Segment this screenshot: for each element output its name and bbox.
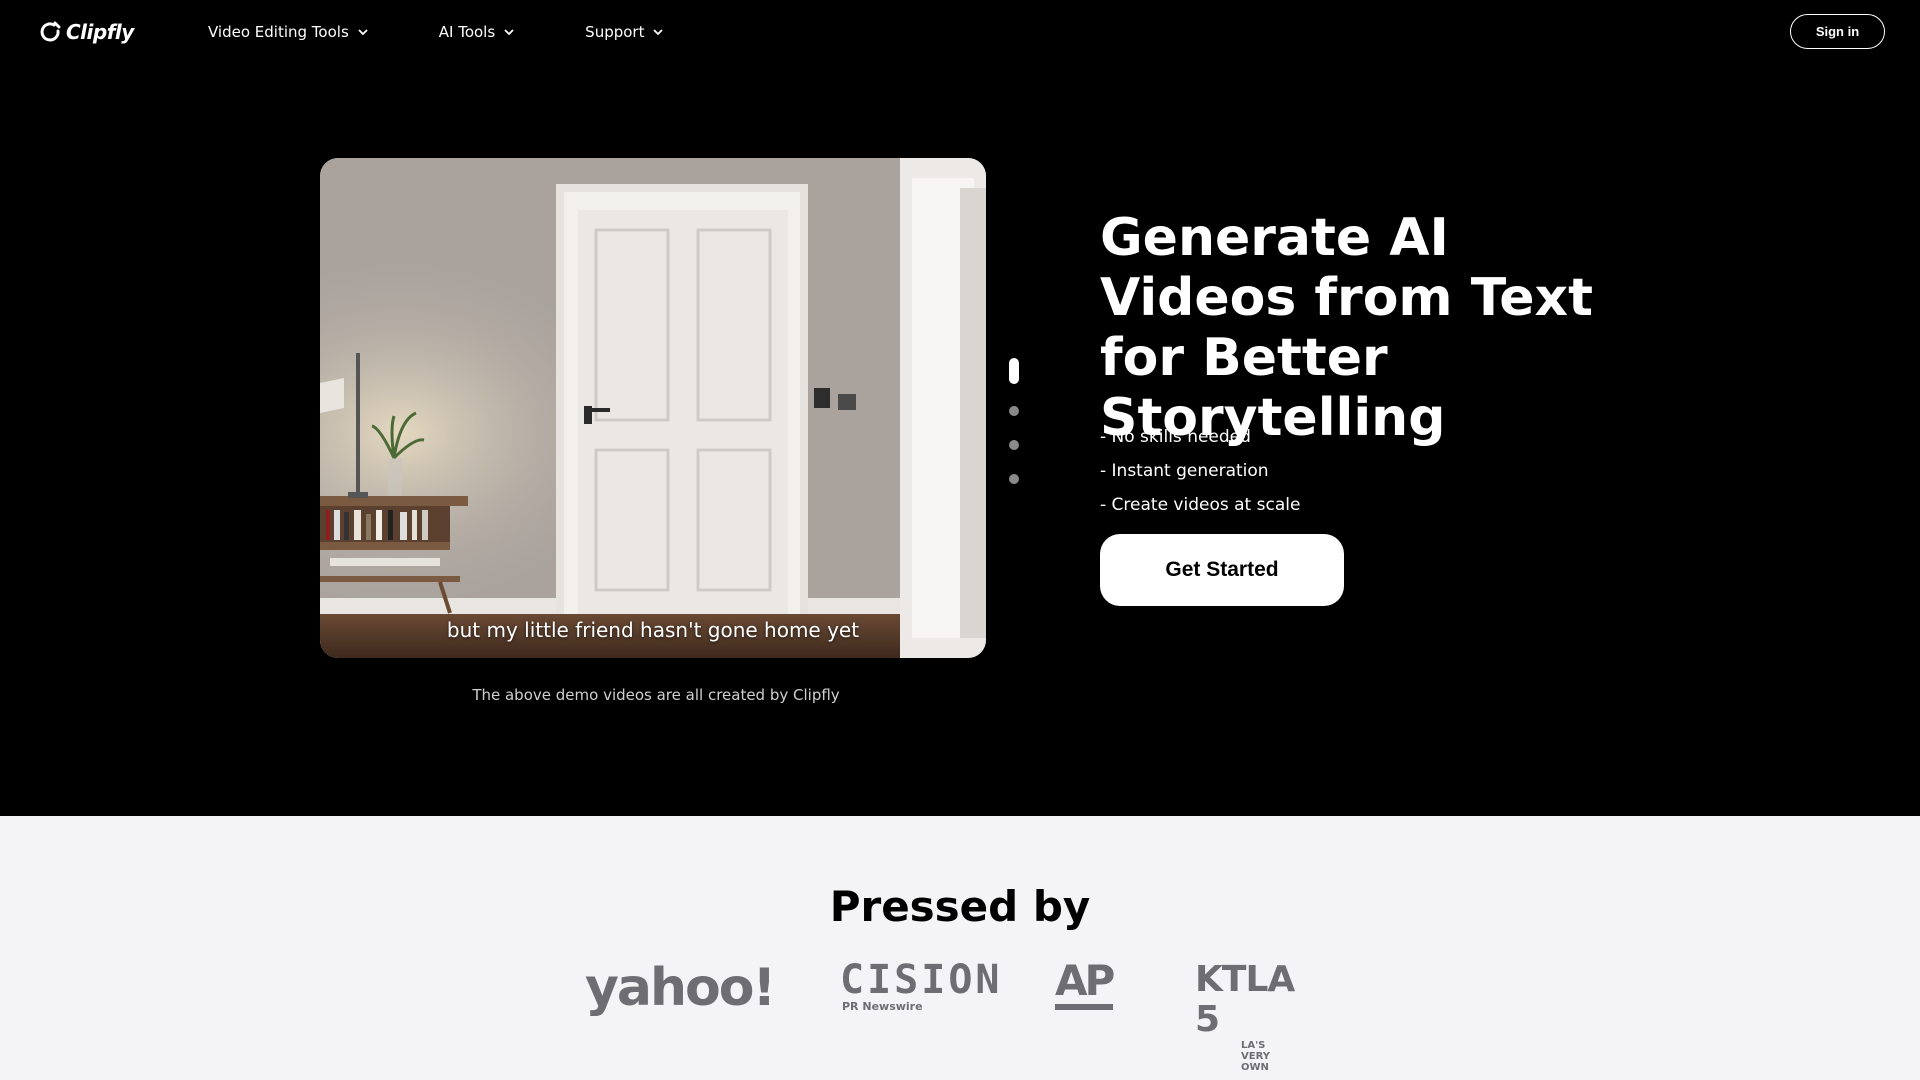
demo-video-frame — [320, 158, 986, 658]
nav-label: Video Editing Tools — [208, 23, 349, 41]
ap-logo: AP — [1055, 956, 1115, 1010]
nav-label: AI Tools — [438, 23, 496, 41]
logo-text: Clipfly — [66, 20, 134, 44]
cision-logo: CISION PR Newswire — [840, 960, 1003, 1013]
clipfly-logo-icon — [40, 21, 61, 42]
press-section: Pressed by yahoo! CISION PR Newswire AP … — [0, 816, 1920, 1080]
carousel-dot-4[interactable] — [1009, 474, 1019, 484]
carousel-dot-2[interactable] — [1009, 406, 1019, 416]
ktla-logo: KTLA 5 LA'S VERY OWN — [1195, 959, 1295, 1074]
main-nav: Video Editing Tools AI Tools Support — [208, 0, 734, 64]
feature-list: - No skills needed - Instant generation … — [1100, 420, 1300, 522]
chevron-down-icon — [504, 29, 514, 36]
carousel-indicators — [1009, 358, 1019, 508]
carousel-dot-1[interactable] — [1009, 358, 1019, 384]
ap-logo-text: AP — [1055, 956, 1115, 1005]
demo-caption: The above demo videos are all created by… — [472, 686, 840, 704]
carousel-dot-3[interactable] — [1009, 440, 1019, 450]
ktla-logo-text: KTLA 5 — [1195, 959, 1295, 1040]
yahoo-logo: yahoo! — [585, 958, 776, 1018]
nav-video-editing-tools[interactable]: Video Editing Tools — [208, 23, 369, 41]
chevron-down-icon — [358, 29, 368, 36]
top-navbar: Clipfly Video Editing Tools AI Tools Sup… — [0, 0, 1920, 64]
sign-in-button[interactable]: Sign in — [1790, 14, 1885, 49]
video-subtitle: but my little friend hasn't gone home ye… — [446, 618, 860, 642]
chevron-down-icon — [653, 29, 664, 36]
feature-item: - No skills needed — [1100, 427, 1251, 447]
feature-item: - Instant generation — [1100, 461, 1269, 481]
demo-video-player[interactable]: but my little friend hasn't gone home ye… — [320, 158, 986, 658]
hero-section: but my little friend hasn't gone home ye… — [0, 64, 1920, 816]
feature-item: - Create videos at scale — [1100, 495, 1301, 515]
ktla-logo-sub: LA'S VERY OWN — [1241, 1040, 1270, 1073]
nav-support[interactable]: Support — [585, 23, 664, 41]
nav-ai-tools[interactable]: AI Tools — [439, 23, 515, 41]
cision-logo-text: CISION — [840, 957, 1003, 1003]
press-title: Pressed by — [829, 882, 1091, 931]
hero-headline: Generate AI Videos from Text for Better … — [1100, 208, 1593, 448]
clipfly-logo[interactable]: Clipfly — [40, 20, 134, 44]
nav-label: Support — [585, 23, 645, 41]
get-started-button[interactable]: Get Started — [1100, 534, 1344, 606]
